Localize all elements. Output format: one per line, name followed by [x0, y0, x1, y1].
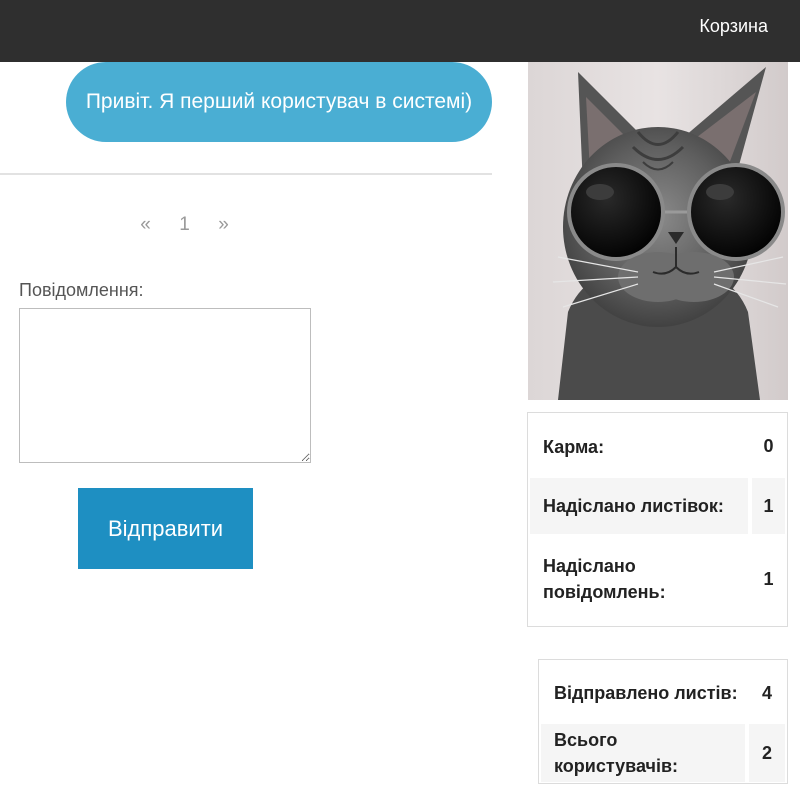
global-stats-table: Відправлено листів: 4 Всього користувачі… — [538, 659, 788, 784]
stat-label: Надіслано листівок: — [530, 478, 748, 534]
top-navbar: Корзина — [0, 0, 800, 62]
cart-link[interactable]: Корзина — [699, 16, 768, 37]
table-row: Всього користувачів: 2 — [541, 724, 785, 782]
pagination: « 1 » — [126, 210, 243, 240]
profile-stats-table: Карма: 0 Надіслано листівок: 1 Надіслано… — [527, 412, 788, 627]
stat-value: 1 — [763, 568, 774, 589]
cat-sunglasses-image — [528, 62, 788, 400]
chat-message-text: Привіт. Я перший користувач в системі) — [85, 90, 473, 113]
send-button[interactable]: Відправити — [78, 488, 253, 569]
chat-message-bubble: Привіт. Я перший користувач в системі) — [66, 62, 492, 142]
stat-value: 4 — [761, 682, 772, 703]
user-avatar — [528, 62, 788, 400]
pagination-prev[interactable]: « — [126, 214, 165, 236]
stat-label: Карма: — [543, 436, 605, 457]
pagination-next[interactable]: » — [204, 214, 243, 236]
message-textarea[interactable] — [19, 308, 311, 463]
table-row: Надіслано листівок: 1 — [530, 478, 785, 534]
table-row: Надіслано повідомлень: 1 — [530, 534, 785, 624]
stat-label: Відправлено листів: — [554, 683, 738, 703]
stat-value: 1 — [752, 478, 785, 534]
stat-label: Всього користувачів: — [541, 724, 745, 782]
message-label: Повідомлення: — [19, 280, 144, 300]
stat-value: 0 — [763, 436, 774, 456]
divider — [0, 173, 492, 175]
pagination-page-1[interactable]: 1 — [165, 214, 204, 236]
stat-value: 2 — [749, 724, 785, 782]
table-row: Відправлено листів: 4 — [541, 662, 785, 724]
table-row: Карма: 0 — [530, 415, 785, 478]
stat-label: Надіслано повідомлень: — [543, 556, 666, 602]
